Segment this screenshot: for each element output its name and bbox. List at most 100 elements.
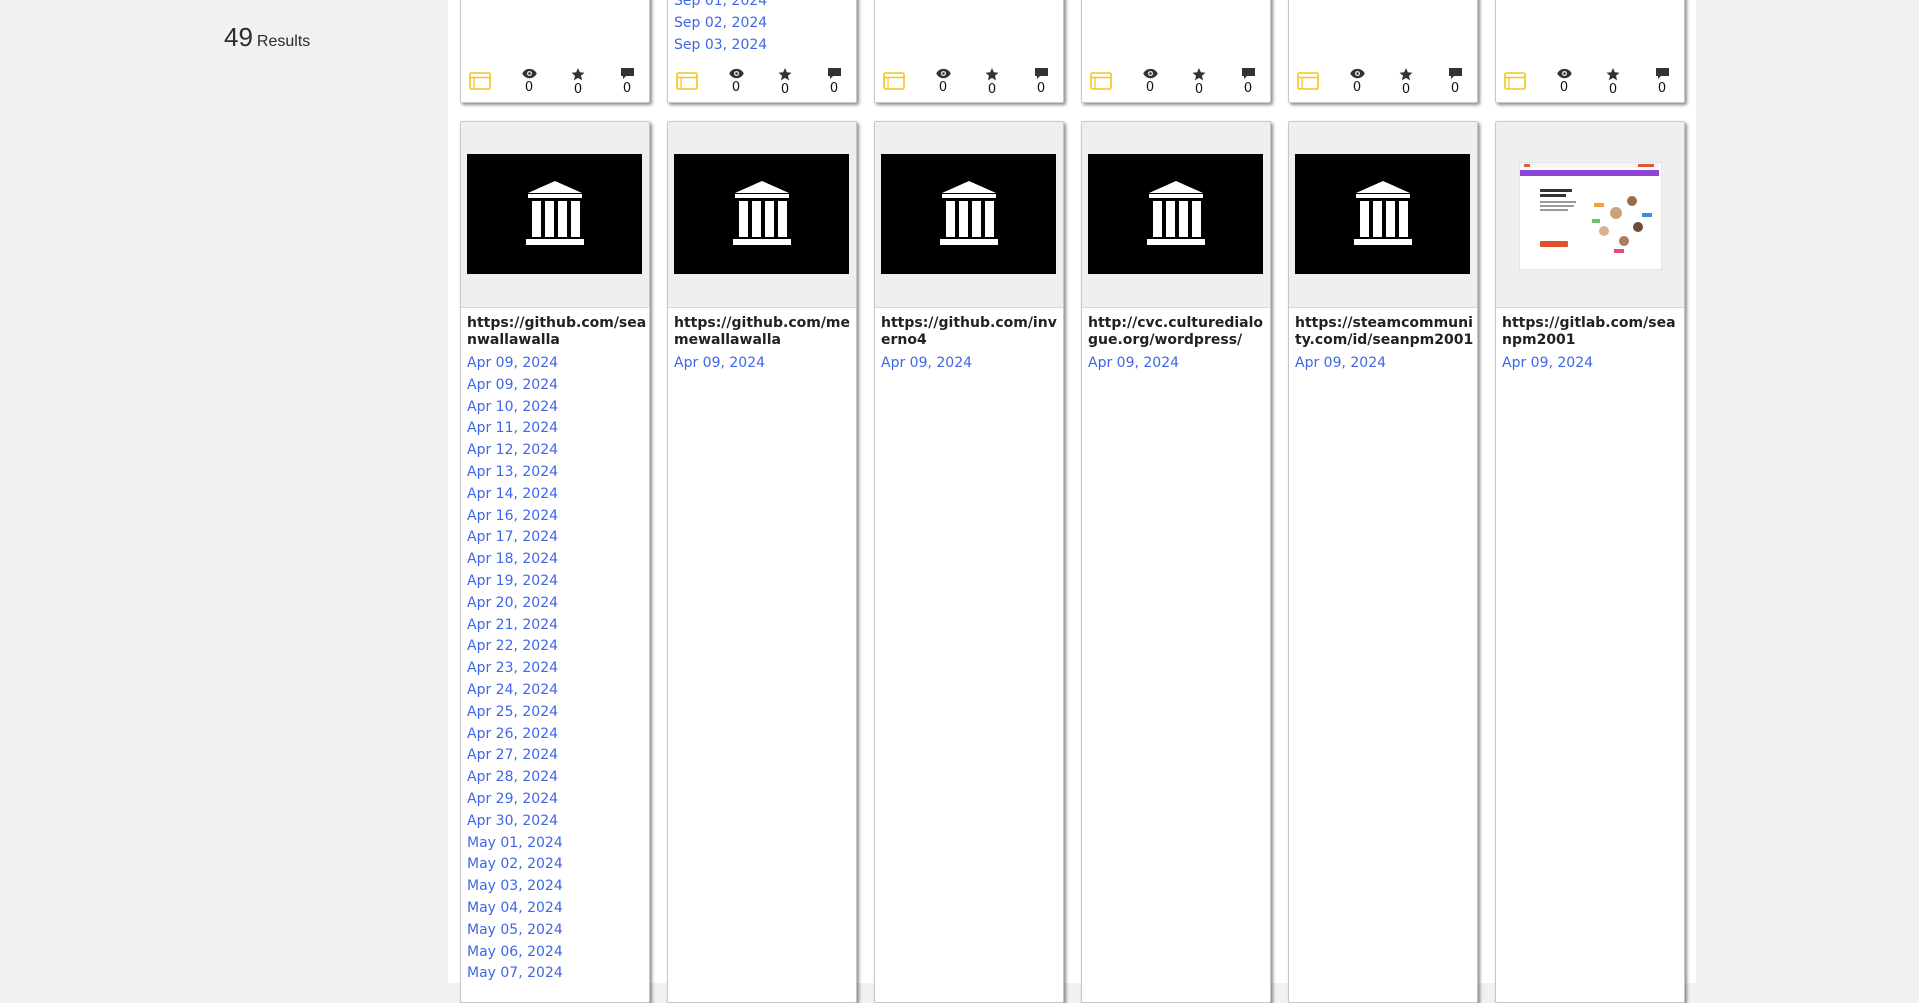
capture-date-link[interactable]: Apr 09, 2024 [1502, 353, 1593, 375]
capture-date-link[interactable]: Apr 25, 2024 [467, 702, 563, 724]
thumbnail-area[interactable] [1496, 122, 1684, 308]
capture-date-link[interactable]: Apr 09, 2024 [467, 353, 563, 375]
capture-date-list: Apr 09, 2024 [1502, 353, 1593, 375]
eye-icon [1554, 68, 1574, 79]
stat-value: 0 [1145, 80, 1155, 95]
result-card[interactable]: 0 0 0 [1081, 0, 1271, 103]
page-screenshot-thumbnail[interactable] [1519, 162, 1662, 270]
results-label: Results [256, 33, 311, 50]
result-card[interactable]: https://gitlab.com/seanpm2001 Apr 09, 202… [1495, 121, 1685, 1003]
capture-date-link[interactable]: Sep 02, 2024 [674, 13, 767, 35]
web-page-icon [1297, 72, 1319, 90]
results-summary: 49 Results [224, 22, 310, 53]
capture-date-link[interactable]: May 01, 2024 [467, 833, 563, 855]
card-stats: 0 0 0 [1289, 68, 1477, 102]
result-card[interactable]: 0 0 0 [460, 0, 650, 103]
review-count: 0 [1238, 68, 1258, 97]
capture-date-link[interactable]: Apr 22, 2024 [467, 636, 563, 658]
result-url-link[interactable]: https://steamcommunity.com/id/seanpm2001 [1295, 315, 1475, 348]
comment-icon [1445, 68, 1465, 80]
capture-date-link[interactable]: Apr 21, 2024 [467, 615, 563, 637]
stat-value: 0 [987, 82, 997, 97]
capture-date-link[interactable]: Apr 09, 2024 [467, 375, 563, 397]
result-card[interactable]: 0 0 0 [874, 0, 1064, 103]
review-count: 0 [1445, 68, 1465, 97]
result-url-link[interactable]: https://github.com/inverno4 [881, 315, 1061, 348]
results-grid: 0 0 0 Sep 01, 2024 Sep 02, 2024 Sep 03, 2024 0… [448, 0, 1696, 1003]
thumbnail-area[interactable] [875, 122, 1063, 308]
capture-date-link[interactable]: Sep 03, 2024 [674, 35, 767, 57]
result-card[interactable]: 0 0 0 [1288, 0, 1478, 103]
capture-date-link[interactable]: Apr 12, 2024 [467, 440, 563, 462]
result-card[interactable]: https://github.com/memewallawalla Apr 09,… [667, 121, 857, 1003]
star-icon [1189, 68, 1209, 81]
result-card[interactable]: https://github.com/seanwallawalla Apr 09,… [460, 121, 650, 1003]
stat-value: 0 [622, 81, 632, 96]
capture-date-link[interactable]: May 06, 2024 [467, 942, 563, 964]
view-count: 0 [1140, 68, 1160, 96]
capture-date-link[interactable]: Apr 19, 2024 [467, 571, 563, 593]
capture-date-link[interactable]: May 02, 2024 [467, 854, 563, 876]
archive-building-icon[interactable] [467, 154, 642, 274]
capture-date-link[interactable]: Apr 11, 2024 [467, 418, 563, 440]
stat-value: 0 [573, 82, 583, 97]
archive-building-icon[interactable] [674, 154, 849, 274]
result-url-link[interactable]: https://gitlab.com/seanpm2001 [1502, 315, 1682, 348]
capture-date-link[interactable]: Apr 13, 2024 [467, 462, 563, 484]
archive-building-icon[interactable] [881, 154, 1056, 274]
result-card[interactable]: https://github.com/inverno4 Apr 09, 2024 [874, 121, 1064, 1003]
stat-value: 0 [1450, 81, 1460, 96]
capture-date-list: Sep 01, 2024 Sep 02, 2024 Sep 03, 2024 [674, 0, 767, 56]
thumbnail-area[interactable] [668, 122, 856, 308]
thumbnail-area[interactable] [1082, 122, 1270, 308]
favorite-count: 0 [1189, 68, 1209, 98]
favorite-count: 0 [982, 68, 1002, 98]
capture-date-link[interactable]: Apr 09, 2024 [1088, 353, 1179, 375]
capture-date-link[interactable]: Apr 18, 2024 [467, 549, 563, 571]
stat-value: 0 [731, 80, 741, 95]
capture-date-link[interactable]: May 03, 2024 [467, 876, 563, 898]
capture-date-link[interactable]: Sep 01, 2024 [674, 0, 767, 13]
capture-date-link[interactable]: Apr 20, 2024 [467, 593, 563, 615]
web-page-icon [676, 72, 698, 90]
review-count: 0 [1031, 68, 1051, 97]
view-count: 0 [1554, 68, 1574, 96]
sidebar: 49 Results [0, 0, 448, 983]
result-card[interactable]: 0 0 0 [1495, 0, 1685, 103]
card-stats: 0 0 0 [1496, 68, 1684, 102]
capture-date-link[interactable]: May 05, 2024 [467, 920, 563, 942]
result-url-link[interactable]: https://github.com/memewallawalla [674, 315, 854, 348]
result-card[interactable]: Sep 01, 2024 Sep 02, 2024 Sep 03, 2024 0 0 0 [667, 0, 857, 103]
capture-date-link[interactable]: Apr 17, 2024 [467, 527, 563, 549]
archive-building-icon[interactable] [1295, 154, 1470, 274]
capture-date-link[interactable]: Apr 23, 2024 [467, 658, 563, 680]
comment-icon [617, 68, 637, 80]
capture-date-link[interactable]: May 07, 2024 [467, 963, 563, 985]
stat-value: 0 [1352, 80, 1362, 95]
thumbnail-area[interactable] [1289, 122, 1477, 308]
archive-building-icon[interactable] [1088, 154, 1263, 274]
capture-date-link[interactable]: Apr 26, 2024 [467, 724, 563, 746]
capture-date-link[interactable]: Apr 30, 2024 [467, 811, 563, 833]
capture-date-link[interactable]: Apr 10, 2024 [467, 397, 563, 419]
capture-date-link[interactable]: Apr 14, 2024 [467, 484, 563, 506]
star-icon [982, 68, 1002, 81]
capture-date-link[interactable]: Apr 09, 2024 [674, 353, 765, 375]
capture-date-link[interactable]: Apr 09, 2024 [1295, 353, 1386, 375]
result-card[interactable]: http://cvc.culturedialogue.org/wordpress… [1081, 121, 1271, 1003]
review-count: 0 [1652, 68, 1672, 97]
capture-date-list: Apr 09, 2024 Apr 09, 2024 Apr 10, 2024 Apr … [467, 353, 563, 985]
eye-icon [1347, 68, 1367, 79]
capture-date-link[interactable]: Apr 27, 2024 [467, 745, 563, 767]
capture-date-link[interactable]: Apr 28, 2024 [467, 767, 563, 789]
thumbnail-area[interactable] [461, 122, 649, 308]
capture-date-link[interactable]: Apr 24, 2024 [467, 680, 563, 702]
capture-date-link[interactable]: Apr 09, 2024 [881, 353, 972, 375]
capture-date-link[interactable]: May 04, 2024 [467, 898, 563, 920]
capture-date-link[interactable]: Apr 16, 2024 [467, 506, 563, 528]
star-icon [1603, 68, 1623, 81]
result-url-link[interactable]: https://github.com/seanwallawalla [467, 315, 647, 348]
capture-date-link[interactable]: Apr 29, 2024 [467, 789, 563, 811]
result-url-link[interactable]: http://cvc.culturedialogue.org/wordpress… [1088, 315, 1268, 348]
result-card[interactable]: https://steamcommunity.com/id/seanpm2001… [1288, 121, 1478, 1003]
